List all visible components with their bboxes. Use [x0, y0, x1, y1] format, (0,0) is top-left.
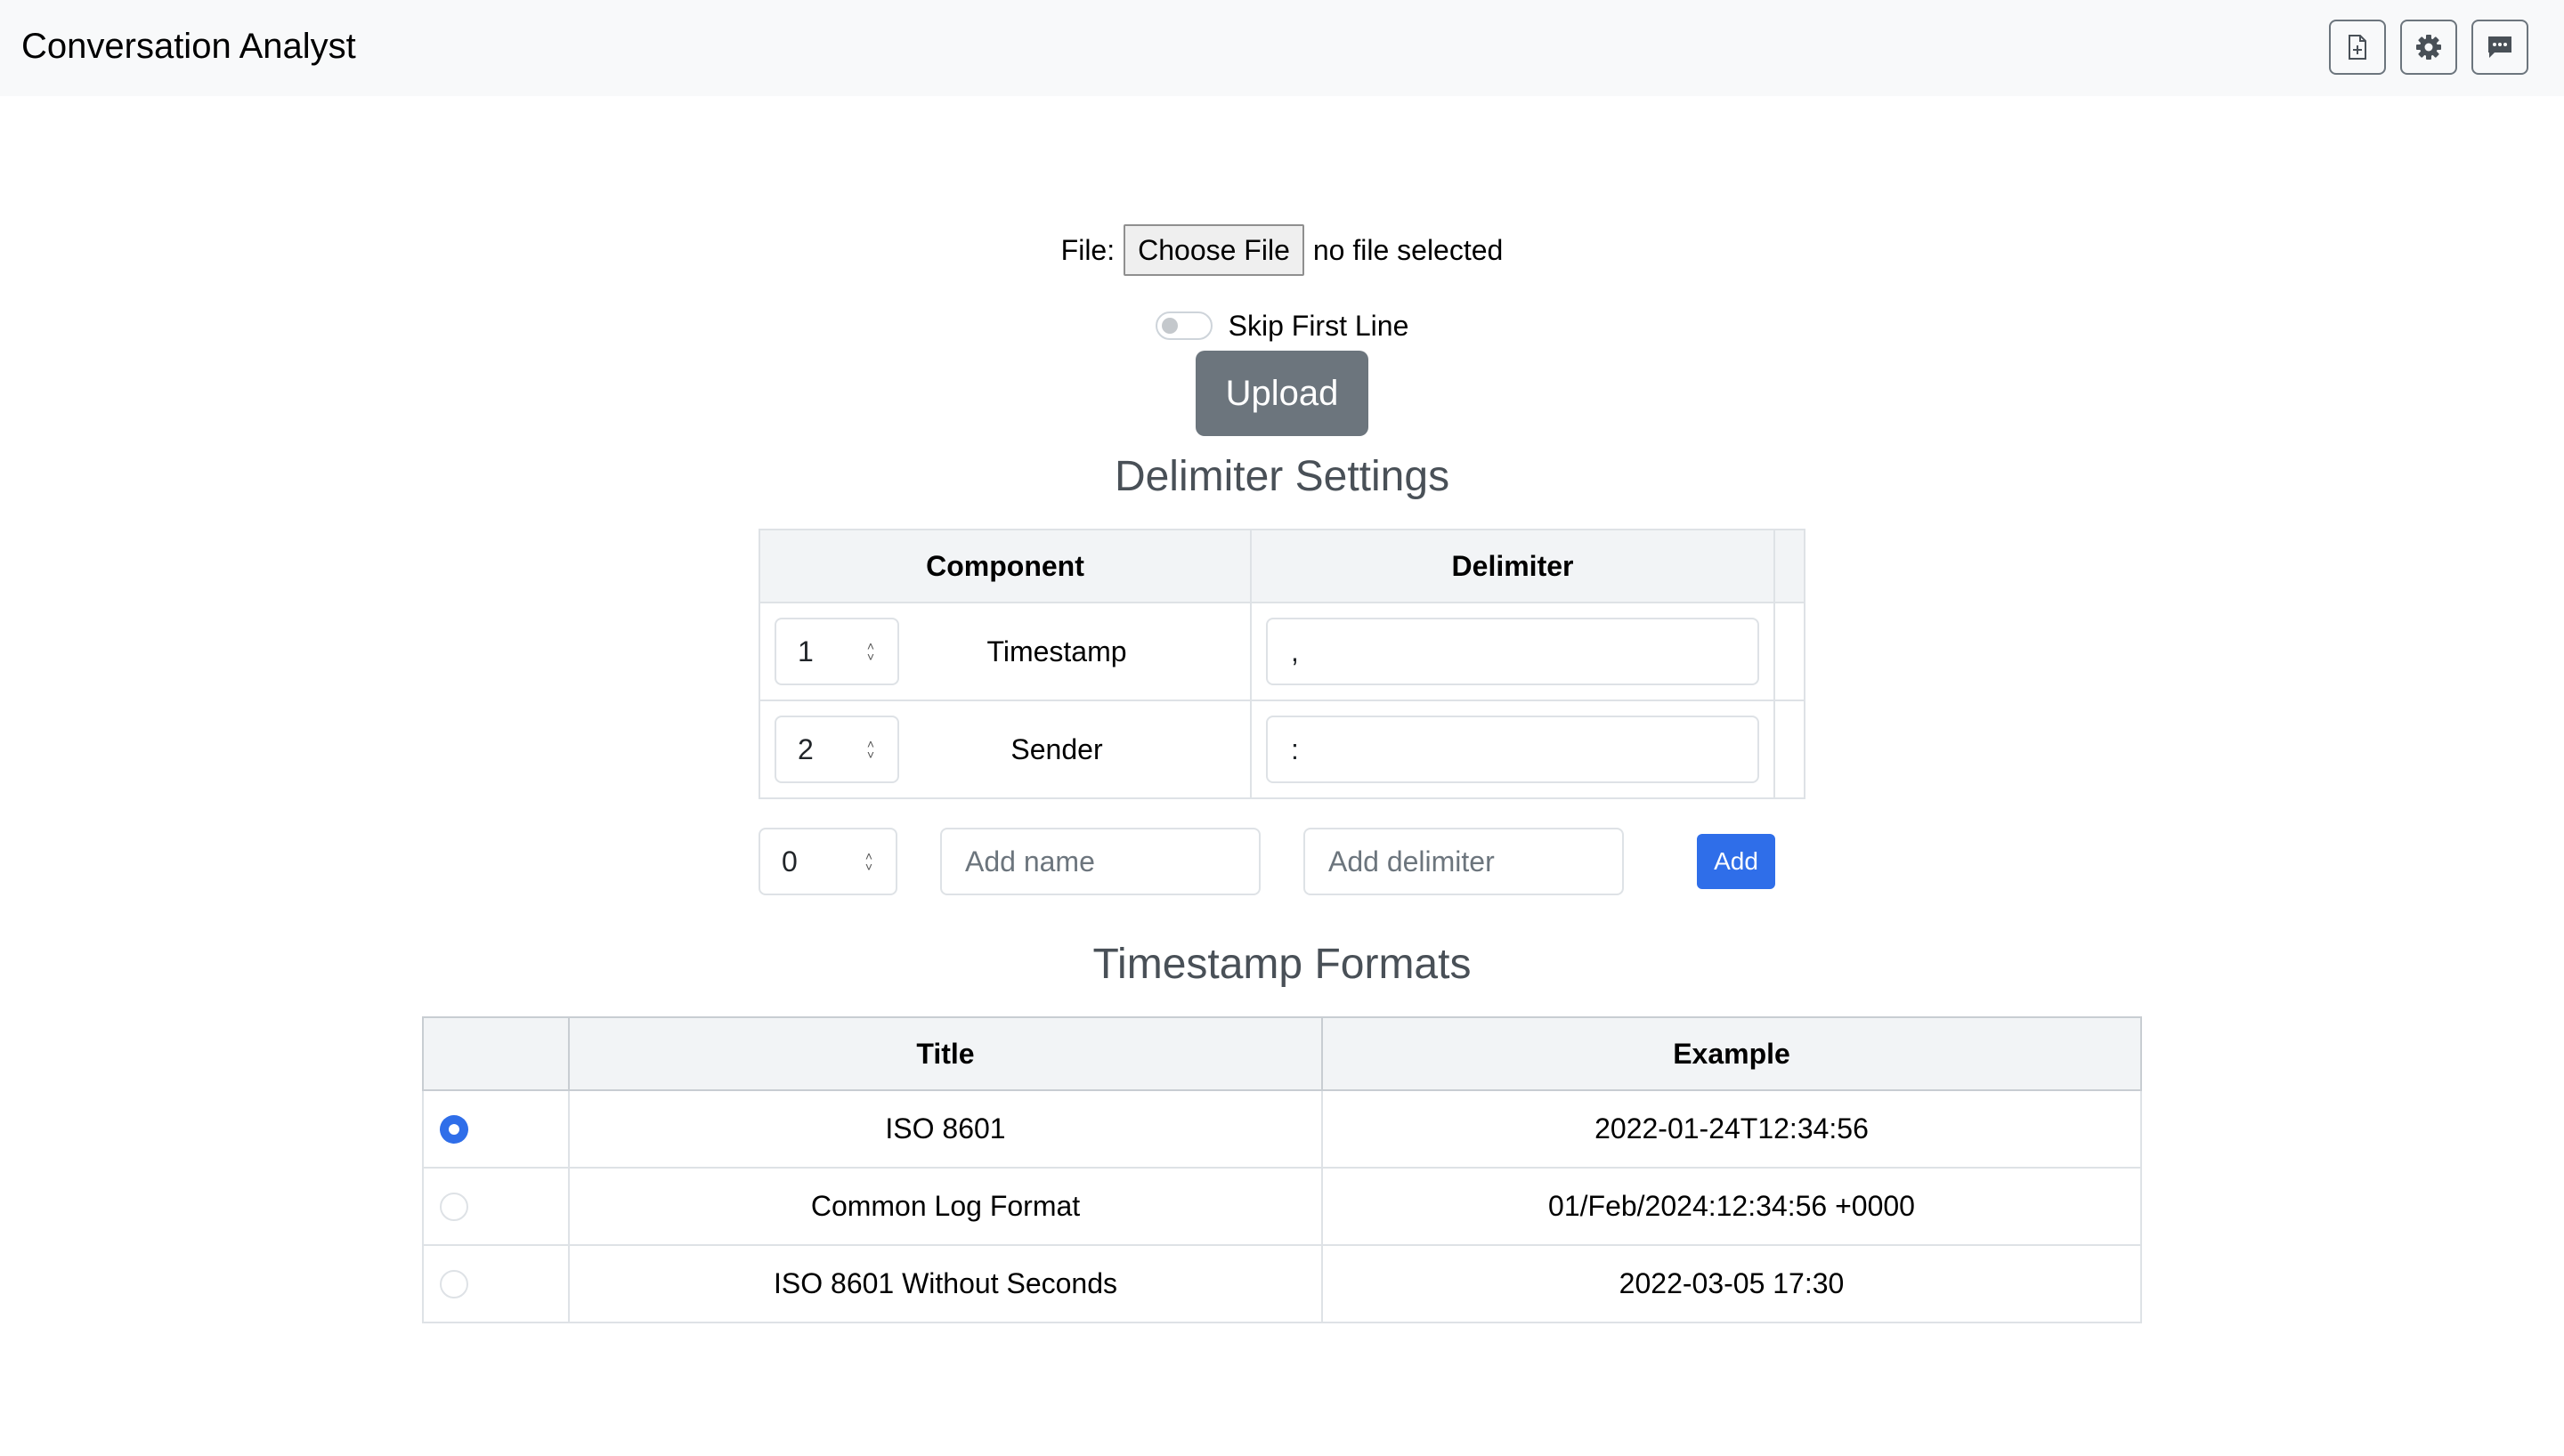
- toggle-knob: [1161, 318, 1178, 334]
- settings-button[interactable]: [2400, 20, 2457, 75]
- component-name: Sender: [1010, 732, 1103, 765]
- file-plus-icon: [2348, 35, 2367, 60]
- spinner-icon[interactable]: ˄ ˅: [867, 738, 874, 761]
- delimiter-input[interactable]: :: [1266, 716, 1759, 783]
- component-name: Timestamp: [986, 635, 1127, 667]
- table-row: 1 ˄ ˅ Timestamp ,: [759, 603, 1805, 701]
- delimiter-input[interactable]: ,: [1266, 618, 1759, 685]
- actions-cell: [1775, 701, 1804, 797]
- upload-button[interactable]: Upload: [1196, 351, 1368, 436]
- gear-icon: [2415, 34, 2442, 61]
- order-value: 1: [798, 635, 814, 667]
- choose-file-button[interactable]: Choose File: [1124, 224, 1304, 276]
- add-delimiter-row: 0 ˄ ˅ Add name Add delimiter Add: [759, 828, 1805, 895]
- timestamp-table-header: Title Example: [422, 1016, 2142, 1091]
- chat-dots-icon: [2487, 35, 2513, 60]
- delimiter-cell: ,: [1252, 603, 1775, 700]
- table-row[interactable]: ISO 8601 Without Seconds 2022-03-05 17:3…: [422, 1246, 2142, 1323]
- column-header-actions: [1775, 530, 1804, 602]
- new-order-input[interactable]: 0 ˄ ˅: [759, 828, 897, 895]
- timestamp-formats-title: Timestamp Formats: [1092, 941, 1472, 988]
- table-row[interactable]: ISO 8601 2022-01-24T12:34:56: [422, 1091, 2142, 1169]
- add-delimiter-input[interactable]: Add delimiter: [1303, 828, 1624, 895]
- timestamp-formats-table: Title Example ISO 8601 2022-01-24T12:34:…: [422, 1016, 2142, 1323]
- table-row[interactable]: Common Log Format 01/Feb/2024:12:34:56 +…: [422, 1169, 2142, 1246]
- file-row: File: Choose File no file selected: [0, 224, 2564, 276]
- order-value: 2: [798, 732, 814, 765]
- file-status: no file selected: [1312, 233, 1504, 266]
- add-button[interactable]: Add: [1697, 834, 1775, 889]
- format-radio[interactable]: [440, 1269, 468, 1298]
- order-input[interactable]: 2 ˄ ˅: [775, 716, 899, 783]
- select-cell: [424, 1246, 570, 1322]
- format-radio[interactable]: [440, 1114, 468, 1144]
- skip-first-line-row: Skip First Line: [0, 306, 2564, 345]
- format-title: ISO 8601: [570, 1091, 1323, 1167]
- order-input[interactable]: 1 ˄ ˅: [775, 618, 899, 685]
- format-radio[interactable]: [440, 1192, 468, 1221]
- format-title: Common Log Format: [570, 1169, 1323, 1244]
- component-cell: 1 ˄ ˅ Timestamp: [760, 603, 1252, 700]
- select-cell: [424, 1169, 570, 1244]
- column-header-component: Component: [760, 530, 1252, 602]
- format-example: 01/Feb/2024:12:34:56 +0000: [1548, 1190, 1915, 1222]
- feedback-button[interactable]: [2471, 20, 2528, 75]
- skip-first-line-label[interactable]: Skip First Line: [1229, 310, 1409, 343]
- navbar: Conversation Analyst: [0, 0, 2564, 96]
- column-header-example: Example: [1673, 1037, 1790, 1070]
- skip-first-line-toggle[interactable]: [1155, 311, 1213, 340]
- file-label: File:: [1060, 233, 1116, 266]
- component-cell: 2 ˄ ˅ Sender: [760, 701, 1252, 797]
- select-cell: [424, 1091, 570, 1167]
- format-example: 2022-01-24T12:34:56: [1594, 1112, 1869, 1145]
- new-file-button[interactable]: [2329, 20, 2386, 75]
- spinner-icon[interactable]: ˄ ˅: [867, 640, 874, 663]
- delimiter-table-header: Component Delimiter: [759, 529, 1805, 603]
- column-header-delimiter: Delimiter: [1252, 530, 1775, 602]
- actions-cell: [1775, 603, 1804, 700]
- delimiter-settings-title: Delimiter Settings: [1114, 453, 1450, 500]
- app-title: Conversation Analyst: [21, 27, 356, 66]
- column-header-title: Title: [570, 1018, 1323, 1089]
- add-name-input[interactable]: Add name: [940, 828, 1261, 895]
- delimiter-cell: :: [1252, 701, 1775, 797]
- spinner-icon[interactable]: ˄ ˅: [865, 850, 872, 873]
- column-header-select: [424, 1018, 570, 1089]
- format-title: ISO 8601 Without Seconds: [570, 1246, 1323, 1322]
- delimiter-table: Component Delimiter 1 ˄ ˅ Timestamp , 2 ˄…: [759, 529, 1805, 799]
- new-order-value: 0: [782, 845, 798, 878]
- table-row: 2 ˄ ˅ Sender :: [759, 701, 1805, 799]
- format-example: 2022-03-05 17:30: [1619, 1267, 1845, 1299]
